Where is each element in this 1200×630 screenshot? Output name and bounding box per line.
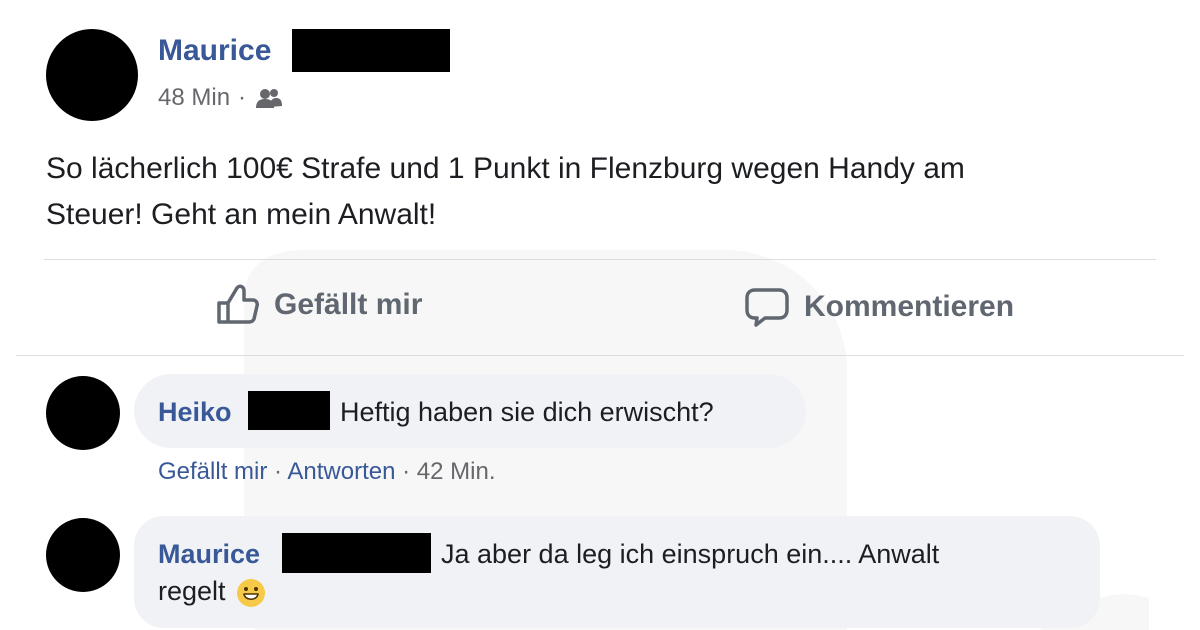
post-divider-top bbox=[44, 259, 1156, 260]
post-avatar[interactable] bbox=[46, 29, 138, 121]
like-button[interactable]: Gefällt mir bbox=[214, 284, 422, 326]
friends-icon[interactable] bbox=[254, 86, 284, 110]
post-text: So lächerlich 100€ Strafe und 1 Punkt in… bbox=[46, 152, 965, 231]
comment-time[interactable]: 42 Min. bbox=[417, 458, 496, 485]
comment-meta-heiko: Gefällt mir · Antworten · 42 Min. bbox=[158, 458, 495, 486]
comment-like-button[interactable]: Gefällt mir bbox=[158, 458, 267, 485]
comment-label: Kommentieren bbox=[804, 290, 1015, 323]
post-author-redaction bbox=[292, 29, 450, 72]
comment-text-maurice-line-2: regelt bbox=[158, 576, 226, 606]
comment-bubble-maurice bbox=[134, 516, 1100, 628]
comment-author-heiko[interactable]: Heiko bbox=[158, 397, 232, 428]
comment-avatar-maurice[interactable] bbox=[46, 518, 120, 592]
comment-icon bbox=[744, 286, 790, 328]
comment-avatar-heiko[interactable] bbox=[46, 376, 120, 450]
comment-author-redaction-heiko bbox=[248, 391, 330, 430]
comment-text-heiko: Heftig haben sie dich erwischt? bbox=[340, 397, 714, 427]
comment-button[interactable]: Kommentieren bbox=[744, 286, 1014, 328]
post-time[interactable]: 48 Min bbox=[158, 84, 230, 112]
comment-reply-button[interactable]: Antworten bbox=[287, 458, 395, 485]
comment-author-maurice[interactable]: Maurice bbox=[158, 539, 260, 570]
comment-text-maurice-line-2-wrap: regelt bbox=[158, 576, 266, 607]
comment-author-redaction-maurice bbox=[282, 533, 431, 573]
post-meta-separator: · bbox=[238, 84, 247, 111]
post-divider-bottom bbox=[16, 355, 1184, 356]
post-author-name[interactable]: Maurice bbox=[158, 34, 271, 68]
thumbs-up-icon bbox=[214, 284, 260, 326]
like-label: Gefällt mir bbox=[274, 288, 423, 321]
post-meta: 48 Min · bbox=[158, 84, 284, 112]
grinning-emoji-icon bbox=[236, 578, 266, 608]
comment-meta-separator-1: · bbox=[274, 458, 283, 485]
comment-meta-separator-2: · bbox=[402, 458, 411, 485]
comment-text-maurice-line-1: Ja aber da leg ich einspruch ein.... Anw… bbox=[441, 539, 940, 569]
